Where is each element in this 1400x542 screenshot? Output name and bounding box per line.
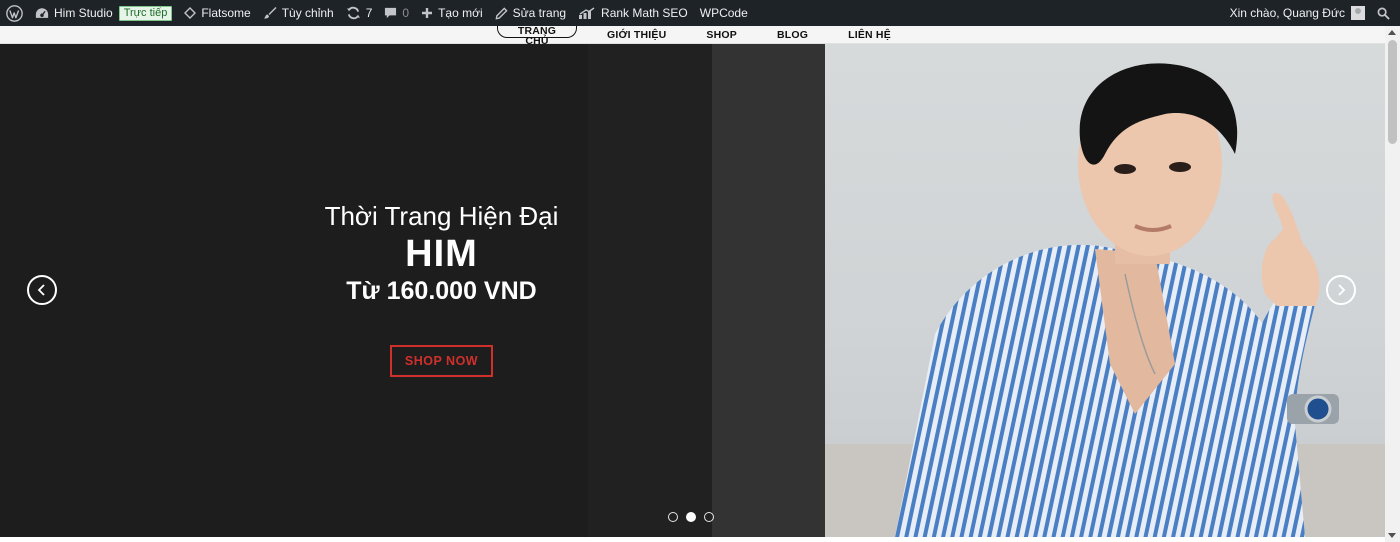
nav-item-shop[interactable]: SHOP: [706, 29, 737, 41]
shop-now-button[interactable]: SHOP NOW: [390, 345, 493, 377]
pencil-icon: [495, 6, 508, 19]
edit-page-label: Sửa trang: [512, 6, 567, 20]
nav-item-home[interactable]: TRANG CHỦ: [497, 26, 577, 46]
chevron-left-icon: [37, 284, 45, 296]
nav-item-blog[interactable]: BLOG: [777, 29, 808, 41]
dashboard-icon: [35, 7, 49, 18]
plus-icon: [422, 8, 433, 18]
brush-icon: [263, 7, 277, 19]
new-content-link[interactable]: Tạo mới: [415, 0, 489, 26]
slider-next-button[interactable]: [1326, 275, 1356, 305]
model-photo: [825, 44, 1385, 537]
customize-label: Tùy chỉnh: [281, 6, 334, 20]
page-scrollbar[interactable]: [1385, 26, 1400, 542]
scroll-down-arrow[interactable]: [1388, 533, 1396, 538]
customize-link[interactable]: Tùy chỉnh: [257, 0, 340, 26]
page-below-fold: [0, 537, 1385, 542]
slider-dot-3[interactable]: [704, 512, 714, 522]
nav-item-about[interactable]: GIỚI THIỆU: [607, 29, 666, 41]
slider-dots: [668, 512, 722, 522]
slide-title: HIM: [405, 233, 478, 275]
wordpress-logo-button[interactable]: [0, 0, 29, 26]
slide-price: Từ 160.000 VND: [346, 277, 537, 305]
site-name-link[interactable]: Him Studio Trực tiếp: [29, 0, 178, 26]
theme-label: Flatsome: [201, 6, 251, 20]
comments-link[interactable]: 0: [378, 0, 415, 26]
wpcode-label: WPCode: [699, 6, 748, 20]
model-illustration: [825, 63, 1385, 537]
edit-page-link[interactable]: Sửa trang: [489, 0, 572, 26]
comments-count: 0: [402, 6, 410, 20]
wpcode-link[interactable]: WPCode: [694, 0, 754, 26]
rank-math-link[interactable]: Rank Math SEO: [572, 0, 694, 26]
slider-prev-button[interactable]: [27, 275, 57, 305]
updates-count: 7: [365, 6, 373, 20]
updates-link[interactable]: 7: [340, 0, 379, 26]
chevron-right-icon: [1338, 284, 1346, 296]
theme-link[interactable]: Flatsome: [178, 0, 256, 26]
slide-caption: Thời Trang Hiện Đại HIM Từ 160.000 VND: [290, 200, 593, 306]
scroll-up-arrow[interactable]: [1388, 30, 1396, 35]
slider-dot-1[interactable]: [668, 512, 678, 522]
slide-background-panel: [712, 44, 825, 537]
main-nav: TRANG CHỦ GIỚI THIỆU SHOP BLOG LIÊN HỆ: [497, 26, 891, 46]
site-header: TRANG CHỦ GIỚI THIỆU SHOP BLOG LIÊN HỆ: [0, 26, 1385, 46]
diamond-icon: [184, 7, 197, 19]
account-menu[interactable]: Xin chào, Quang Đức: [1224, 0, 1371, 26]
nav-item-contact[interactable]: LIÊN HỆ: [848, 29, 891, 41]
refresh-icon: [346, 6, 360, 20]
greeting-text: Xin chào, Quang Đức: [1229, 6, 1345, 20]
search-icon: [1377, 7, 1390, 20]
admin-bar: Him Studio Trực tiếp Flatsome Tùy chỉnh …: [0, 0, 1400, 26]
scroll-thumb[interactable]: [1388, 40, 1397, 144]
wordpress-icon: [6, 4, 23, 22]
rank-math-label: Rank Math SEO: [601, 6, 688, 20]
avatar: [1351, 6, 1365, 20]
slide-subtitle: Thời Trang Hiện Đại: [324, 201, 559, 231]
chart-icon: [579, 6, 595, 19]
site-name: Him Studio: [54, 6, 113, 20]
slider-dot-2[interactable]: [686, 512, 696, 522]
comment-icon: [385, 7, 397, 18]
hero-slider: Thời Trang Hiện Đại HIM Từ 160.000 VND S…: [0, 44, 1385, 537]
new-label: Tạo mới: [438, 6, 483, 20]
live-badge[interactable]: Trực tiếp: [118, 5, 173, 21]
slide-background-band: [588, 44, 712, 537]
admin-search-button[interactable]: [1371, 0, 1400, 26]
